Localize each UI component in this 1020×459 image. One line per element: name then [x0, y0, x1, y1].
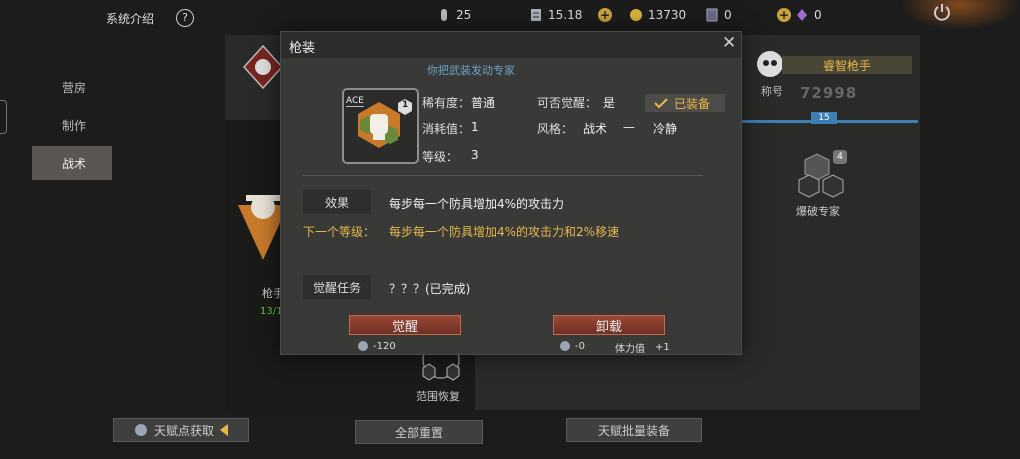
effect-label: 效果 [303, 190, 371, 214]
cash-icon [531, 9, 541, 21]
cash-value: 15.18 [548, 8, 583, 22]
gold-resource: 13730 [630, 8, 686, 22]
card-icon [706, 8, 718, 22]
talent-point-button[interactable]: 天赋点获取 [113, 418, 249, 442]
question-icon[interactable]: ? [176, 9, 194, 27]
faction-emblem-icon [243, 45, 283, 89]
wrench-icon [560, 341, 570, 351]
add-gem-button[interactable]: + [777, 8, 791, 22]
style-key: 风格： [537, 122, 574, 136]
equipped-label: 已装备 [674, 96, 711, 111]
sidebar-item-crafting[interactable]: 制作 [32, 108, 112, 142]
card-value: 0 [724, 8, 732, 22]
level-marker: 15 [811, 112, 837, 124]
triangle-left-icon [220, 424, 228, 436]
awaken-value: 是 [603, 96, 616, 110]
close-icon[interactable]: ✕ [722, 35, 736, 52]
awaken-cost: -120 [357, 340, 396, 352]
awaken-cost-value: -120 [373, 340, 396, 352]
wrench-icon [134, 424, 147, 436]
unequip-cost: -0 [559, 340, 585, 352]
style-dash: — [623, 120, 635, 134]
ammo-value: 25 [456, 8, 472, 22]
talent-equip-button[interactable]: 天赋批量装备 [566, 418, 702, 442]
explosive-level-badge: 4 [833, 150, 847, 164]
corner-glow [900, 0, 1020, 30]
system-intro-link[interactable]: 系统介绍 [106, 10, 154, 27]
unequip-button[interactable]: 卸载 [553, 315, 665, 335]
sidebar-collapse-handle[interactable] [0, 100, 7, 134]
next-level-label: 下一个等级： [303, 225, 376, 239]
stamina-label: 体力值 [615, 344, 645, 355]
wrench-icon [358, 341, 368, 351]
dialog-header [281, 32, 741, 58]
ammo-resource: 25 [438, 8, 471, 22]
awaken-key: 可否觉醒： [537, 96, 598, 110]
explosive-expert-node[interactable]: 4 [795, 150, 851, 202]
gold-coin-icon [630, 9, 642, 21]
sidebar-item-label: 营房 [62, 80, 87, 95]
gem-resource: 0 [796, 8, 822, 22]
sidebar-item-tactics[interactable]: 战术 [32, 146, 112, 180]
gold-value: 13730 [648, 8, 687, 22]
dialog-title: 枪装 [289, 41, 316, 56]
sidebar-item-barracks[interactable]: 营房 [32, 70, 112, 104]
level-value: 3 [471, 148, 479, 162]
style-sub-value: 冷静 [653, 122, 678, 136]
stamina-info: 体力值 +1 [615, 340, 670, 355]
unequip-cost-value: -0 [575, 340, 585, 352]
cost-value: 1 [471, 120, 479, 134]
title-caption: 称号 [761, 85, 783, 98]
fist-hex-icon [358, 102, 400, 148]
skull-avatar-icon [757, 51, 783, 77]
sidebar-item-label: 战术 [62, 156, 87, 171]
level-key: 等级： [422, 150, 459, 164]
dialog-subtitle: 你把武装发动专家 [427, 64, 515, 77]
title-badge: 睿智枪手 [782, 56, 912, 74]
stamina-value: +1 [655, 342, 670, 353]
ammo-icon [441, 9, 447, 21]
equipped-badge: 已装备 [645, 94, 725, 112]
reset-all-button[interactable]: 全部重置 [355, 420, 483, 444]
range-heal-label: 范围恢复 [416, 390, 460, 403]
gem-icon [797, 9, 807, 21]
cost-key: 消耗值： [422, 122, 471, 136]
equipment-dialog: 枪装 ✕ 你把武装发动专家 ACE 1 稀有度： 普通 可否觉醒： 是 已装备 … [280, 31, 742, 355]
awaken-task-text: ？？？(已完成) [389, 282, 471, 296]
style-value: 战术 [583, 122, 608, 136]
effect-text: 每步每一个防具增加4%的攻击力 [389, 197, 565, 211]
card-level-value: 1 [402, 100, 409, 110]
card-resource: 0 [706, 8, 732, 22]
gem-value: 0 [814, 8, 822, 22]
explosive-expert-label: 爆破专家 [796, 205, 840, 218]
rarity-value: 普通 [471, 96, 496, 110]
next-level-text: 每步每一个防具增加4%的攻击力和2%移速 [389, 225, 620, 239]
dialog-divider [303, 175, 703, 176]
score-text: 72998 [800, 84, 858, 102]
rarity-key: 稀有度： [422, 96, 471, 110]
cash-resource: 15.18 [530, 8, 582, 22]
tactic-card: ACE 1 [342, 88, 419, 164]
awaken-button[interactable]: 觉醒 [349, 315, 461, 335]
sidebar-item-label: 制作 [62, 118, 87, 133]
check-icon [654, 98, 668, 109]
talent-point-label: 天赋点获取 [153, 423, 214, 438]
power-icon[interactable] [932, 2, 952, 22]
add-cash-button[interactable]: + [598, 8, 612, 22]
awaken-task-label: 觉醒任务 [303, 275, 371, 299]
